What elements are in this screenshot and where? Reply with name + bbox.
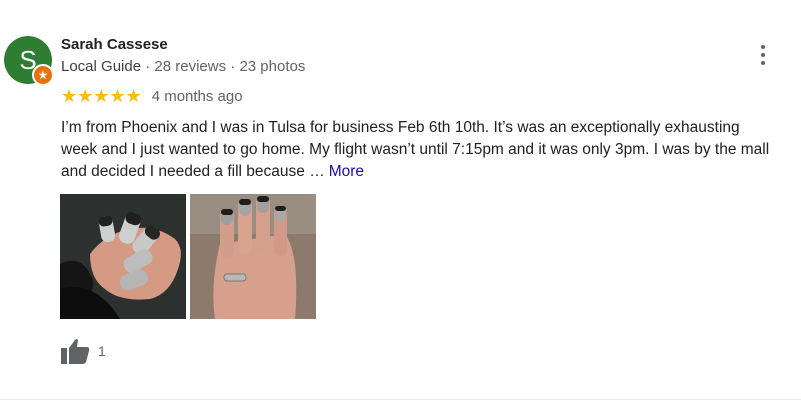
local-guide-label: Local Guide <box>61 58 142 75</box>
rating-row: ★★★★★ 4 months ago <box>61 86 243 106</box>
review-line: I’m from Phoenix and I was in Tulsa for … <box>61 119 740 136</box>
reviewer-meta: Local Guide · 28 reviews · 23 photos <box>61 58 305 75</box>
more-options-button[interactable] <box>752 43 774 67</box>
meta-separator: · <box>145 58 151 75</box>
star-rating: ★★★★★ <box>61 86 142 106</box>
more-link[interactable]: More <box>329 163 364 180</box>
review-line-last: and decided I needed a fill because … Mor… <box>61 163 365 180</box>
nail-photo-icon <box>60 194 186 319</box>
photo-count: 23 photos <box>239 58 306 75</box>
nail-photo-icon <box>190 194 316 319</box>
divider <box>0 399 801 400</box>
review-photo-1[interactable] <box>60 194 186 319</box>
thumbs-up-icon <box>61 339 90 364</box>
review-photo-2[interactable] <box>190 194 316 319</box>
like-button[interactable]: 1 <box>61 338 106 364</box>
meta-separator: · <box>230 58 236 75</box>
review-text: I’m from Phoenix and I was in Tulsa for … <box>61 117 801 183</box>
more-vert-icon <box>761 45 765 49</box>
reviewer-name[interactable]: Sarah Cassese <box>61 36 168 53</box>
review-time: 4 months ago <box>151 87 243 105</box>
review-count: 28 reviews <box>154 58 227 75</box>
review-line: week and I just wanted to go home. My fl… <box>61 141 770 158</box>
like-count: 1 <box>98 343 106 359</box>
local-guide-star-icon: ★ <box>32 64 54 86</box>
